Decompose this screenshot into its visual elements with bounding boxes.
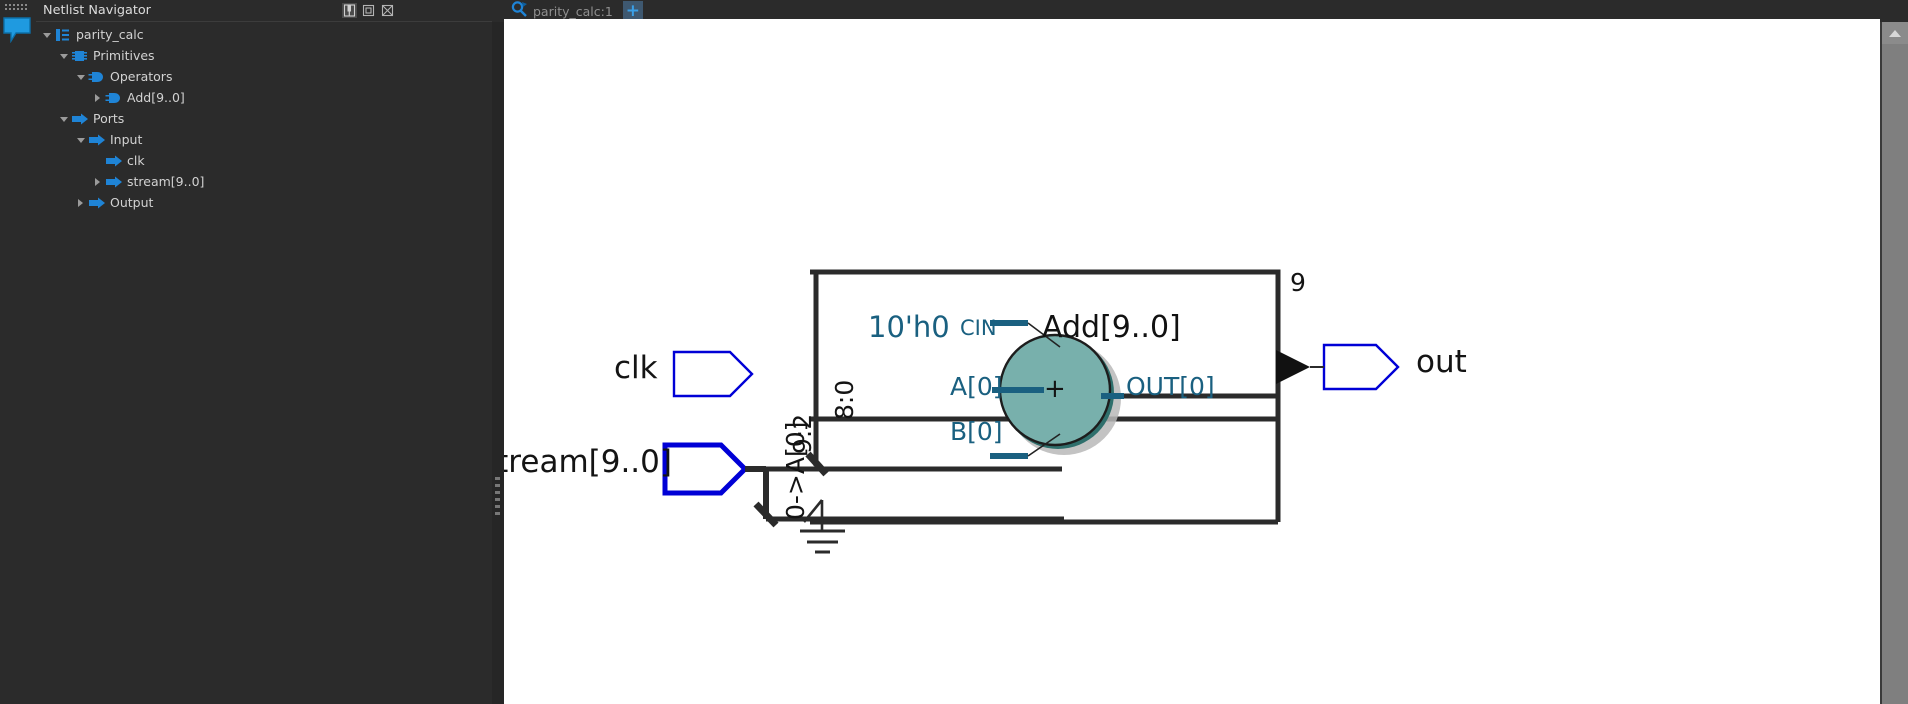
out-port-label: out xyxy=(1416,344,1467,380)
netlist-tree: parity_calc Primitives Operators Add[9..0] P… xyxy=(36,22,492,704)
app-window: Netlist Navigator parity_calc Primitives… xyxy=(0,0,1908,704)
stream-port-shape[interactable] xyxy=(662,442,749,496)
grip-dots-icon[interactable] xyxy=(5,4,29,14)
tree-item-label: Input xyxy=(110,132,143,147)
add-tab-button[interactable]: + xyxy=(622,1,643,21)
netlist-navigator-panel: Netlist Navigator parity_calc Primitives… xyxy=(0,0,492,704)
scroll-up-arrow-icon[interactable] xyxy=(1882,22,1908,44)
add-block-title: Add[9..0] xyxy=(1042,310,1181,345)
output-arrow-icon xyxy=(1276,350,1310,384)
stream-port-label: stream[9..0] xyxy=(504,444,672,480)
tree-item-stream-9-0-[interactable]: stream[9..0] xyxy=(36,171,492,192)
port-icon xyxy=(105,154,123,168)
operator-plus-symbol: + xyxy=(1044,374,1066,404)
schematic-svg xyxy=(662,269,1400,554)
tree-item-label: stream[9..0] xyxy=(127,174,205,189)
tree-item-ports[interactable]: Ports xyxy=(36,108,492,129)
out0-pin-label: OUT[0] xyxy=(1126,372,1215,401)
tab-label: parity_calc:1 xyxy=(533,3,613,19)
hierarchy-icon xyxy=(54,28,72,42)
bus-slice-label: 8:0 xyxy=(830,379,859,420)
tree-item-operators[interactable]: Operators xyxy=(36,66,492,87)
out-port-shape[interactable] xyxy=(1322,343,1400,391)
tree-item-label: Add[9..0] xyxy=(127,90,185,105)
chip-icon xyxy=(71,49,89,63)
dock-pin-icon[interactable] xyxy=(342,3,357,18)
port-icon xyxy=(88,133,106,147)
close-x-icon[interactable] xyxy=(380,3,395,18)
chevron-right-icon[interactable] xyxy=(74,196,88,210)
cin-pin-label: CIN xyxy=(960,316,997,340)
tree-item-parity-calc[interactable]: parity_calc xyxy=(36,24,492,45)
panel-header-buttons xyxy=(342,3,395,18)
chevron-right-icon[interactable] xyxy=(91,91,105,105)
out-width-label: 9 xyxy=(1290,268,1306,297)
restore-icon[interactable] xyxy=(361,3,376,18)
splitter-grip-icon[interactable] xyxy=(495,477,501,517)
tree-item-output[interactable]: Output xyxy=(36,192,492,213)
port-icon xyxy=(105,175,123,189)
port-icon xyxy=(88,196,106,210)
constant-label: 10'h0 xyxy=(868,310,950,344)
speech-bubble-icon[interactable] xyxy=(2,15,32,44)
b0-pin-label: B[0] xyxy=(950,417,1003,446)
magnifier-pin-icon xyxy=(511,1,528,21)
chevron-down-icon[interactable] xyxy=(74,70,88,84)
panel-title: Netlist Navigator xyxy=(43,3,151,18)
tree-item-label: Operators xyxy=(110,69,173,84)
tree-item-add-9-0-[interactable]: Add[9..0] xyxy=(36,87,492,108)
tree-item-label: clk xyxy=(127,153,145,168)
bus-range-label: 9:2 xyxy=(788,413,817,454)
clk-port-label: clk xyxy=(614,350,658,386)
chevron-right-icon[interactable] xyxy=(91,175,105,189)
tree-item-label: parity_calc xyxy=(76,27,144,42)
panel-splitter[interactable] xyxy=(492,0,504,704)
gate-icon xyxy=(88,70,106,84)
vertical-scrollbar[interactable] xyxy=(1880,22,1908,704)
chevron-down-icon[interactable] xyxy=(57,112,71,126)
chevron-down-icon[interactable] xyxy=(74,133,88,147)
tree-item-label: Primitives xyxy=(93,48,155,63)
gate-icon xyxy=(105,91,123,105)
port-icon xyxy=(71,112,89,126)
tree-item-input[interactable]: Input xyxy=(36,129,492,150)
tree-item-primitives[interactable]: Primitives xyxy=(36,45,492,66)
panel-gutter xyxy=(0,0,36,704)
tree-item-clk[interactable]: clk xyxy=(36,150,492,171)
chevron-down-icon[interactable] xyxy=(57,49,71,63)
tree-item-label: Output xyxy=(110,195,154,210)
a0-pin-label: A[0] xyxy=(950,372,1003,401)
clk-port-shape[interactable] xyxy=(672,350,754,398)
schematic-canvas[interactable]: clk stream[9..0] out 10'h0 CIN A[0] B[0]… xyxy=(504,22,1880,704)
tree-item-label: Ports xyxy=(93,111,125,126)
chevron-down-icon[interactable] xyxy=(40,28,54,42)
